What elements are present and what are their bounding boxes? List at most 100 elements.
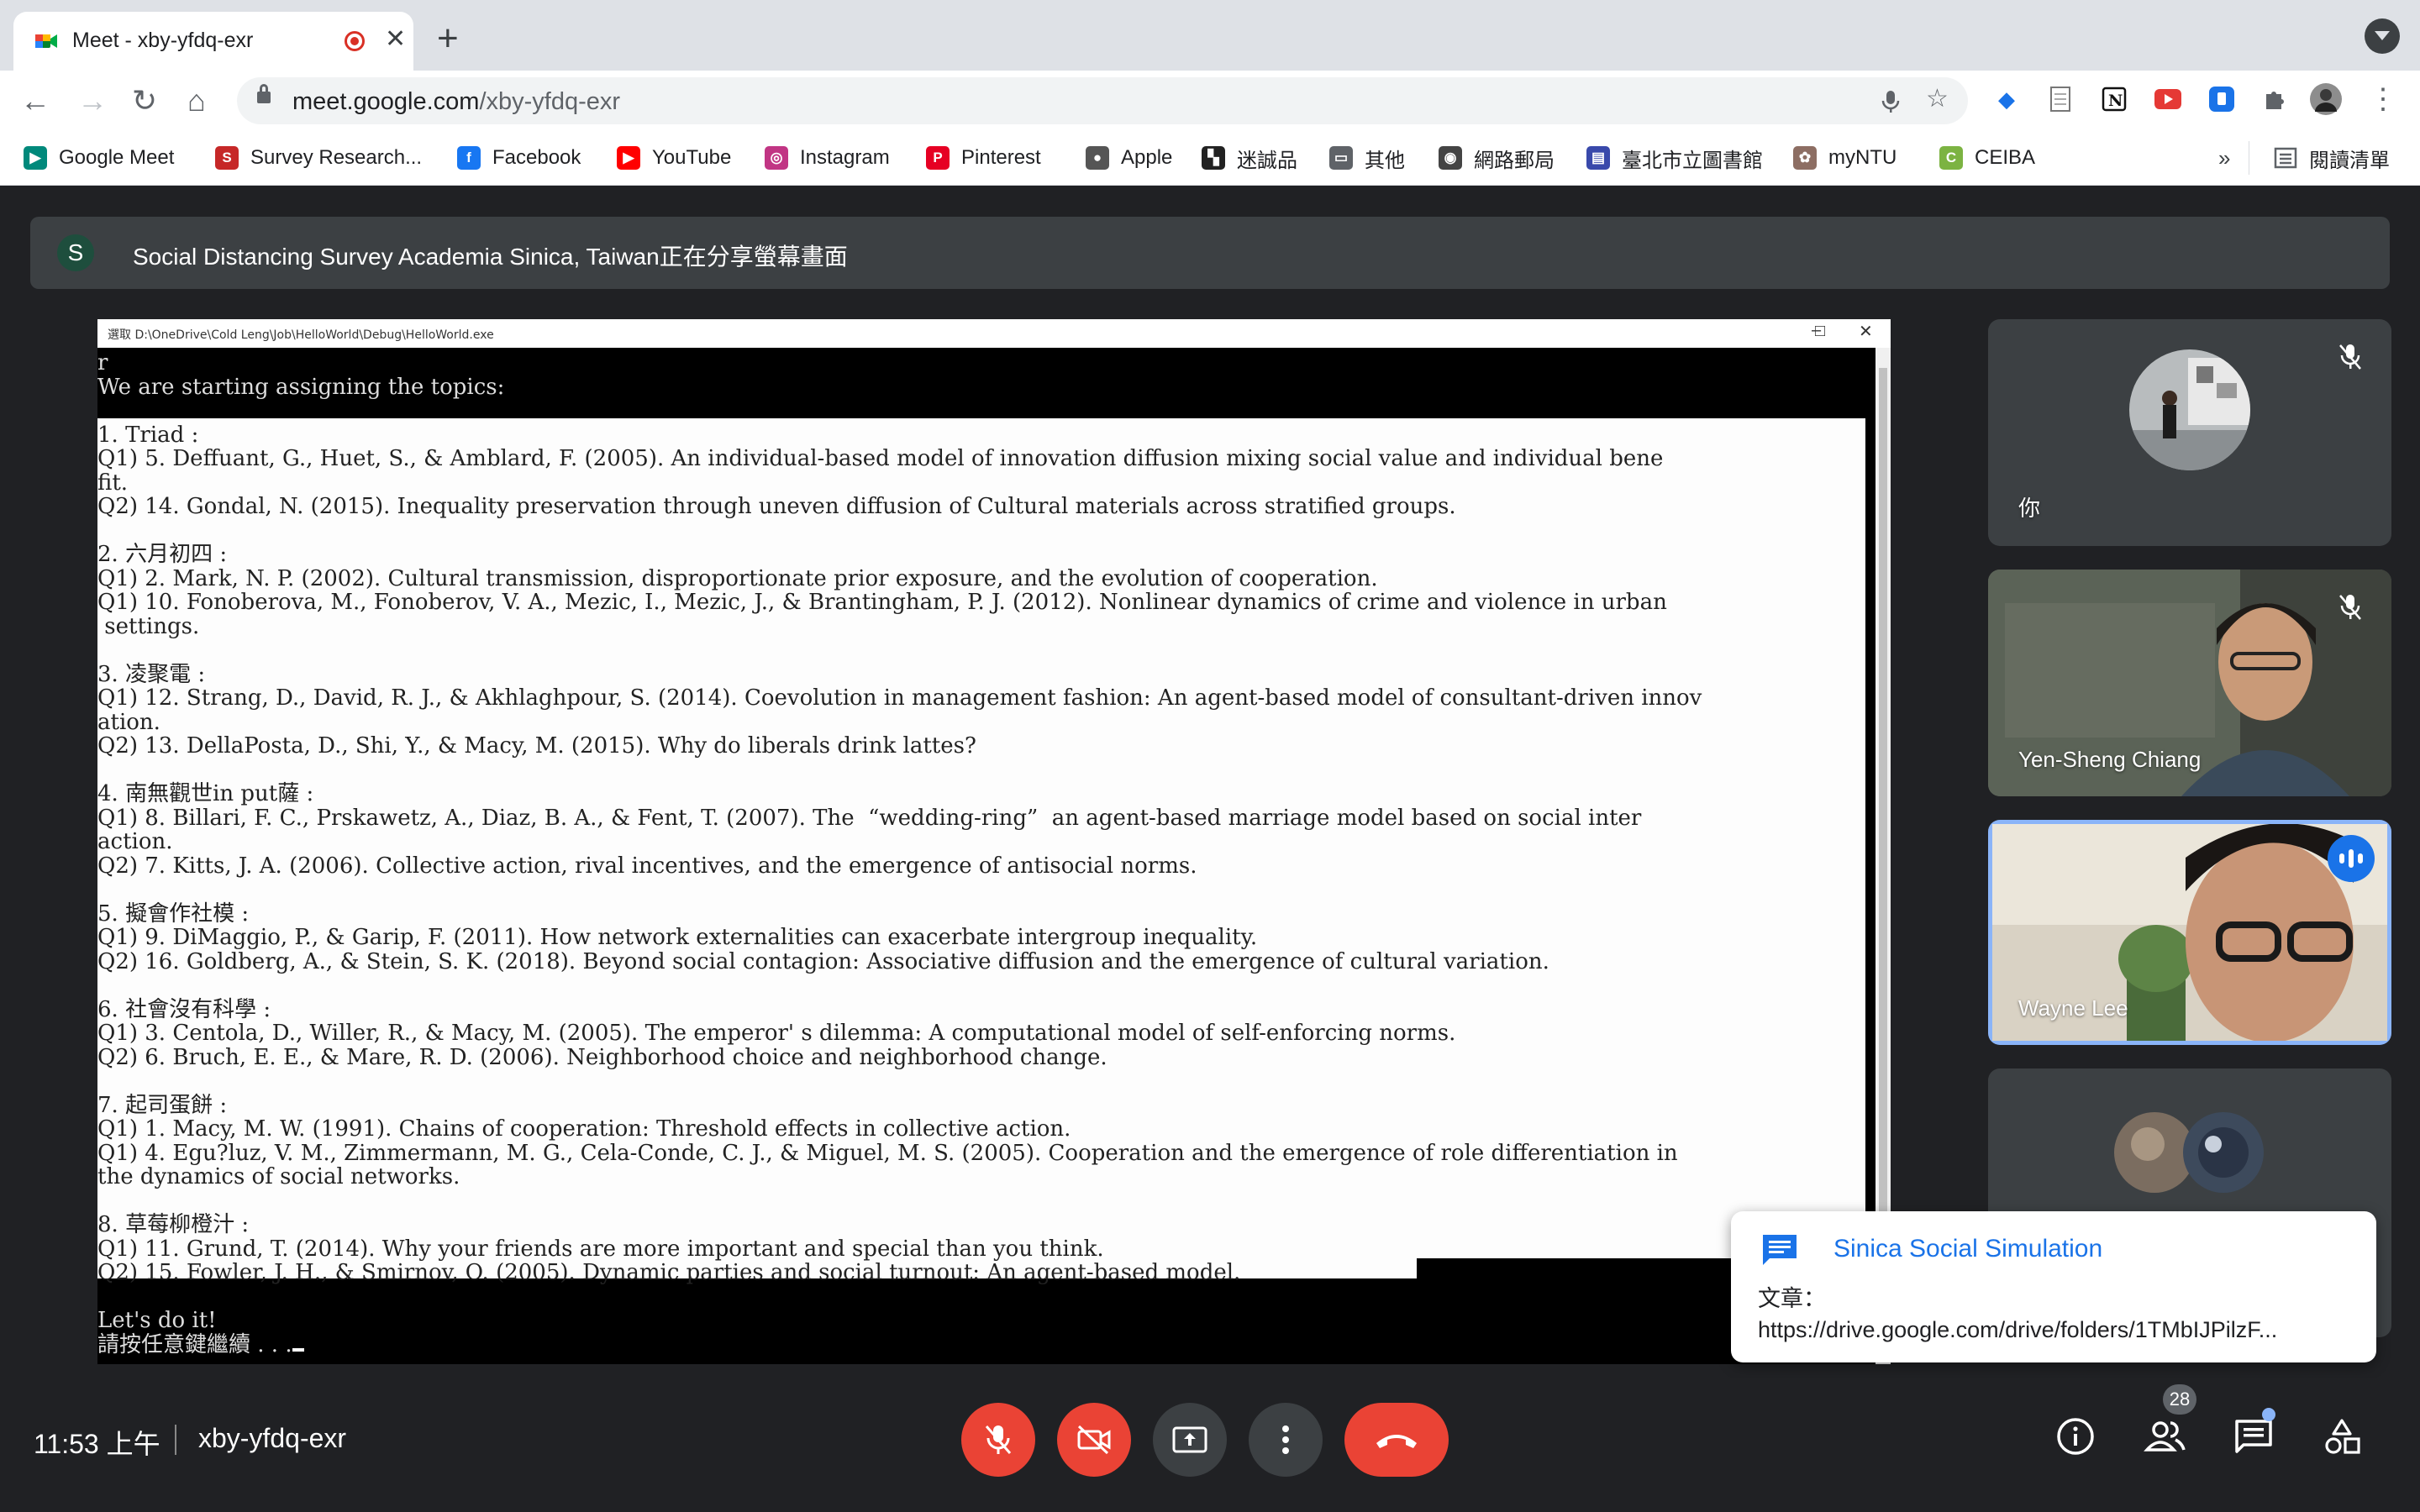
facebook-icon: f [457,146,481,170]
survey-icon: S [215,146,239,170]
chat-notification-line1: 文章： [1758,1286,1826,1311]
more-options-button[interactable] [1249,1403,1323,1477]
extension-document-icon[interactable] [2044,82,2077,116]
bookmark-item[interactable]: ▚ 迷誠品 [1202,143,1297,173]
reading-list-icon [2274,147,2297,169]
console-line: r [97,350,108,375]
time-code-divider [175,1425,176,1455]
pinterest-icon: P [926,146,950,170]
bookmark-item[interactable]: S Survey Research... [215,143,422,173]
reading-list-label: 閱讀清單 [2309,149,2390,172]
chat-notification-link[interactable]: https://drive.google.com/drive/folders/1… [1758,1317,2277,1343]
participant-name: Wayne Lee [2018,995,2128,1021]
bookmark-item[interactable]: ▤ 臺北市立圖書館 [1586,143,1763,173]
home-icon[interactable]: ⌂ [176,81,217,121]
camera-toggle-button[interactable] [1057,1403,1131,1477]
console-line: Q1) 3. Centola, D., Willer, R., & Macy, … [97,1021,1456,1046]
console-titlebar: 選取 D:\OneDrive\Cold Leng\Job\HelloWorld\… [97,319,1891,348]
participant-tile-yen-sheng[interactable]: Yen-Sheng Chiang [1988,570,2391,796]
leave-call-button[interactable] [1344,1403,1449,1477]
more-vert-icon [1282,1425,1289,1454]
bookmark-label: 臺北市立圖書館 [1622,149,1763,172]
new-tab-button[interactable]: + [437,20,459,57]
globe-icon: ◉ [1439,146,1462,170]
bookmark-item[interactable]: ◎ Instagram [765,143,890,173]
bookmark-label: myNTU [1828,146,1897,169]
console-max-icon: □ [1815,322,1826,340]
participant-tile-self[interactable]: 你 [1988,319,2391,546]
bookmark-label: Instagram [800,146,890,169]
lock-icon [257,84,271,103]
browser-tab[interactable]: Meet - xby-yfdq-exr ✕ [13,12,413,71]
present-now-button[interactable] [1153,1403,1227,1477]
extensions-puzzle-icon[interactable] [2257,82,2291,116]
reading-list-button[interactable]: 閱讀清單 [2274,143,2390,173]
browser-menu-icon[interactable]: ⋮ [2366,82,2400,116]
console-line: Q2) 15. Fowler, J. H., & Smirnov, O. (20… [97,1260,1241,1285]
instagram-icon: ◎ [765,146,788,170]
bookmark-label: 其他 [1365,149,1405,172]
forward-icon[interactable]: → [72,81,113,121]
extension-blue-diamond-icon[interactable]: ◆ [1990,82,2023,116]
bookmarks-overflow-icon[interactable]: » [2218,143,2230,173]
meeting-details-button[interactable] [2050,1411,2101,1462]
profile-avatar[interactable] [2309,82,2343,116]
bookmark-item[interactable]: C CEIBA [1939,143,2035,173]
activities-button[interactable] [2317,1411,2368,1462]
console-line: Q2) 7. Kitts, J. A. (2006). Collective a… [97,853,1197,879]
bookmark-item[interactable]: P Pinterest [926,143,1041,173]
bookmark-label: Survey Research... [250,146,423,169]
participant-tile-wayne[interactable]: Wayne Lee [1988,820,2391,1045]
bookmark-item[interactable]: f Facebook [457,143,581,173]
chat-notification-title: Sinica Social Simulation [1833,1235,2103,1263]
bookmark-item[interactable]: ✿ myNTU [1793,143,1897,173]
console-line: Q2) 6. Bruch, E. E., & Mare, R. D. (2006… [97,1044,1107,1070]
console-line: 8. 草莓柳橙汁 : [97,1212,250,1237]
bookmark-label: 網路郵局 [1474,149,1555,172]
bookmark-item[interactable]: ▶ YouTube [617,143,731,173]
youtube-extension-icon[interactable] [2151,82,2185,116]
participant-name: 你 [2018,496,2041,521]
bookmark-star-icon[interactable]: ☆ [1926,84,1949,113]
voice-search-icon[interactable] [1879,89,1902,114]
people-icon [2144,1421,2186,1452]
activities-shapes-icon [2325,1419,2360,1454]
tab-search-icon[interactable] [2365,18,2400,54]
address-bar[interactable]: meet.google.com/xby-yfdq-exr ☆ [237,77,1968,124]
mic-off-icon [985,1425,1012,1454]
notion-extension-icon[interactable]: N [2097,82,2131,116]
reload-icon[interactable]: ↻ [124,81,165,121]
ntu-icon: ✿ [1793,146,1817,170]
bookmark-item[interactable]: ▭ 其他 [1329,143,1405,173]
console-line: We are starting assigning the topics: [97,374,505,400]
meet-control-bar: 11:53 上午 xby-yfdq-exr 28 [0,1378,2420,1512]
blue-extension-icon[interactable] [2205,82,2238,116]
tab-strip: Meet - xby-yfdq-exr ✕ + [0,0,2420,71]
console-line: Q2) 13. DellaPosta, D., Shi, Y., & Macy,… [97,733,976,759]
console-line: 1. Triad : [97,422,199,448]
participant-count-badge: 28 [2163,1384,2196,1415]
info-icon [2057,1418,2094,1455]
console-line: Q1) 12. Strang, D., David, R. J., & Akhl… [97,685,1702,711]
bookmark-item[interactable]: ● Apple [1086,143,1172,173]
library-icon: ▤ [1586,146,1610,170]
microphone-toggle-button[interactable] [961,1403,1035,1477]
console-line: fit. [97,470,129,496]
people-button[interactable] [2139,1411,2190,1462]
bookmark-item[interactable]: ▶ Google Meet [24,143,174,173]
tab-close-icon[interactable]: ✕ [385,25,406,54]
console-line: ation. [97,709,160,735]
bookmark-item[interactable]: ◉ 網路郵局 [1439,143,1555,173]
back-icon[interactable]: ← [15,81,55,121]
meeting-time: 11:53 上午 [34,1429,160,1459]
chat-notification[interactable]: Sinica Social Simulation 文章： https://dri… [1731,1211,2376,1362]
console-line: Q1) 11. Grund, T. (2014). Why your frien… [97,1236,1104,1262]
console-output: r We are starting assigning the topics: 1.… [97,351,1702,1357]
